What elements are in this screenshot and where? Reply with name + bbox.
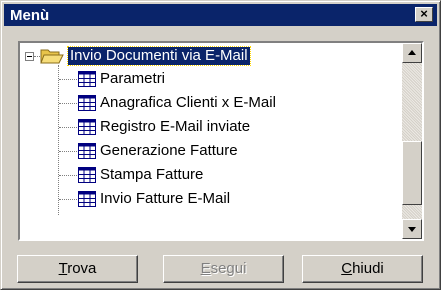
tree-item-label: Invio Fatture E-Mail <box>100 190 231 207</box>
tree-connector <box>59 127 77 128</box>
tree-connector <box>58 65 59 215</box>
close-icon: × <box>420 6 428 21</box>
trova-accelerator: T <box>58 260 68 277</box>
table-icon <box>78 71 96 87</box>
trova-button[interactable]: Trova <box>17 255 138 283</box>
table-icon <box>78 119 96 135</box>
tree-item-label: Stampa Fatture <box>100 166 204 183</box>
esegui-button: Esegui <box>163 255 284 283</box>
chiudi-label: hiudi <box>352 260 384 277</box>
menu-window: Menù × Invio Documenti via E-Mail Parame… <box>0 0 441 290</box>
collapse-toggle[interactable] <box>25 52 34 61</box>
arrow-up-icon <box>408 50 416 55</box>
tree-connector <box>59 79 77 80</box>
tree-root-label[interactable]: Invio Documenti via E-Mail <box>67 46 251 66</box>
esegui-accelerator: E <box>200 260 211 277</box>
tree-item-label: Registro E-Mail inviate <box>100 118 251 135</box>
tree-connector <box>59 175 77 176</box>
chiudi-accelerator: C <box>341 260 353 277</box>
tree-item-label: Parametri <box>100 70 166 87</box>
vertical-scrollbar[interactable] <box>402 43 422 239</box>
arrow-down-icon <box>408 227 416 232</box>
tree-item-label: Anagrafica Clienti x E-Mail <box>100 94 276 111</box>
window-title: Menù <box>10 7 50 24</box>
esegui-label: segui <box>210 260 247 277</box>
tree-connector <box>59 151 77 152</box>
tree-content: Invio Documenti via E-Mail Parametri Ana… <box>20 43 402 239</box>
table-icon <box>78 143 96 159</box>
table-icon <box>78 191 96 207</box>
scroll-up-button[interactable] <box>402 43 422 63</box>
scrollbar-thumb[interactable] <box>402 141 422 205</box>
tree-connector <box>59 103 77 104</box>
tree-connector <box>59 199 77 200</box>
table-icon <box>78 95 96 111</box>
menu-tree[interactable]: Invio Documenti via E-Mail Parametri Ana… <box>18 41 424 241</box>
close-button[interactable]: × <box>415 7 433 22</box>
title-bar[interactable]: Menù × <box>4 4 437 26</box>
scroll-down-button[interactable] <box>402 219 422 239</box>
table-icon <box>78 167 96 183</box>
tree-item-label: Generazione Fatture <box>100 142 238 159</box>
trova-label: rova <box>67 260 97 277</box>
open-folder-icon <box>40 49 64 64</box>
chiudi-button[interactable]: Chiudi <box>302 255 423 283</box>
